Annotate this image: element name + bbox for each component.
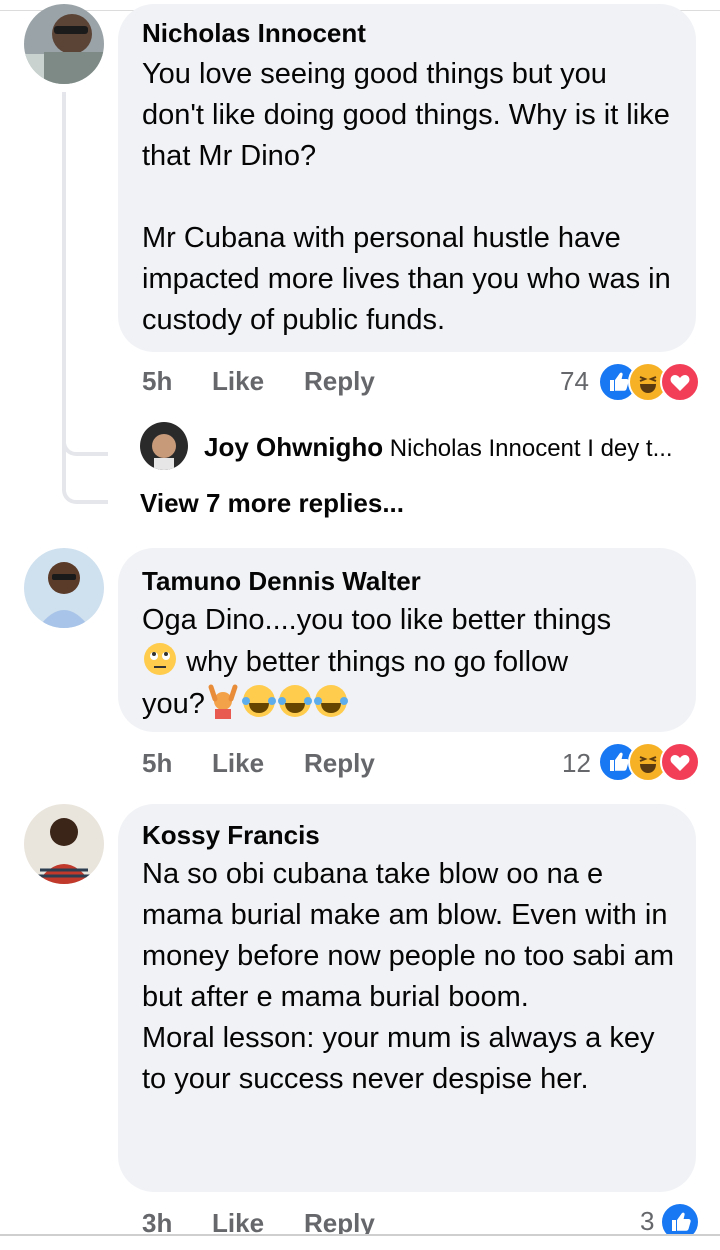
comment-text-line: Oga Dino....you too like better things — [142, 604, 612, 636]
tears-of-joy-emoji-icon — [241, 683, 277, 719]
reply-thread-line-2 — [62, 420, 108, 504]
comment-bubble: Tamuno Dennis Walter Oga Dino....you too… — [118, 548, 696, 732]
tears-of-joy-emoji-icon-2 — [277, 683, 313, 719]
comment-bubble: Kossy Francis Na so obi cubana take blow… — [118, 804, 696, 1192]
comment-author[interactable]: Nicholas Innocent — [142, 18, 366, 49]
comment-author[interactable]: Kossy Francis — [142, 820, 320, 851]
person-raising-hands-emoji-icon — [205, 683, 241, 719]
comment-text: Oga Dino....you too like better things w… — [142, 600, 676, 725]
like-button[interactable]: Like — [212, 366, 264, 397]
comment-text: You love seeing good things but you don'… — [142, 58, 671, 336]
reply-text: Nicholas Innocent I dey t... — [389, 435, 673, 462]
comment-author[interactable]: Tamuno Dennis Walter — [142, 566, 421, 597]
comment-text-fragment-2: you? — [142, 688, 205, 720]
avatar-kossy-francis[interactable] — [24, 804, 104, 884]
avatar-tamuno-dennis-walter[interactable] — [24, 548, 104, 628]
reply-author[interactable]: Joy Ohwnigho — [204, 432, 383, 462]
comment-text: Na so obi cubana take blow oo na e mama … — [142, 858, 675, 1095]
reaction-count[interactable]: 12 — [562, 748, 591, 779]
comment-text-fragment: why better things no go follow — [186, 646, 569, 678]
comment-bubble: Nicholas Innocent You love seeing good t… — [118, 4, 696, 352]
reaction-icons[interactable] — [598, 362, 700, 402]
reply-thread-line — [62, 92, 108, 456]
comment-text-line-2: why better things no go follow — [142, 641, 676, 683]
avatar-nicholas-innocent[interactable] — [24, 4, 104, 84]
comment-time[interactable]: 5h — [142, 748, 172, 779]
reply-preview[interactable]: Joy Ohwnigho Nicholas Innocent I dey t..… — [204, 432, 704, 463]
comment-text-line-3: you? — [142, 683, 676, 725]
love-icon — [660, 362, 700, 402]
like-button[interactable]: Like — [212, 748, 264, 779]
reaction-icons[interactable] — [598, 742, 700, 782]
rolling-eyes-emoji-icon — [142, 641, 178, 677]
love-icon — [660, 742, 700, 782]
view-more-replies[interactable]: View 7 more replies... — [140, 488, 404, 519]
comment-time[interactable]: 5h — [142, 366, 172, 397]
reply-button[interactable]: Reply — [304, 748, 375, 779]
reaction-count[interactable]: 3 — [640, 1206, 654, 1237]
reply-button[interactable]: Reply — [304, 366, 375, 397]
reaction-count[interactable]: 74 — [560, 366, 589, 397]
tears-of-joy-emoji-icon-3 — [313, 683, 349, 719]
avatar-joy-ohwnigho[interactable] — [140, 422, 188, 470]
